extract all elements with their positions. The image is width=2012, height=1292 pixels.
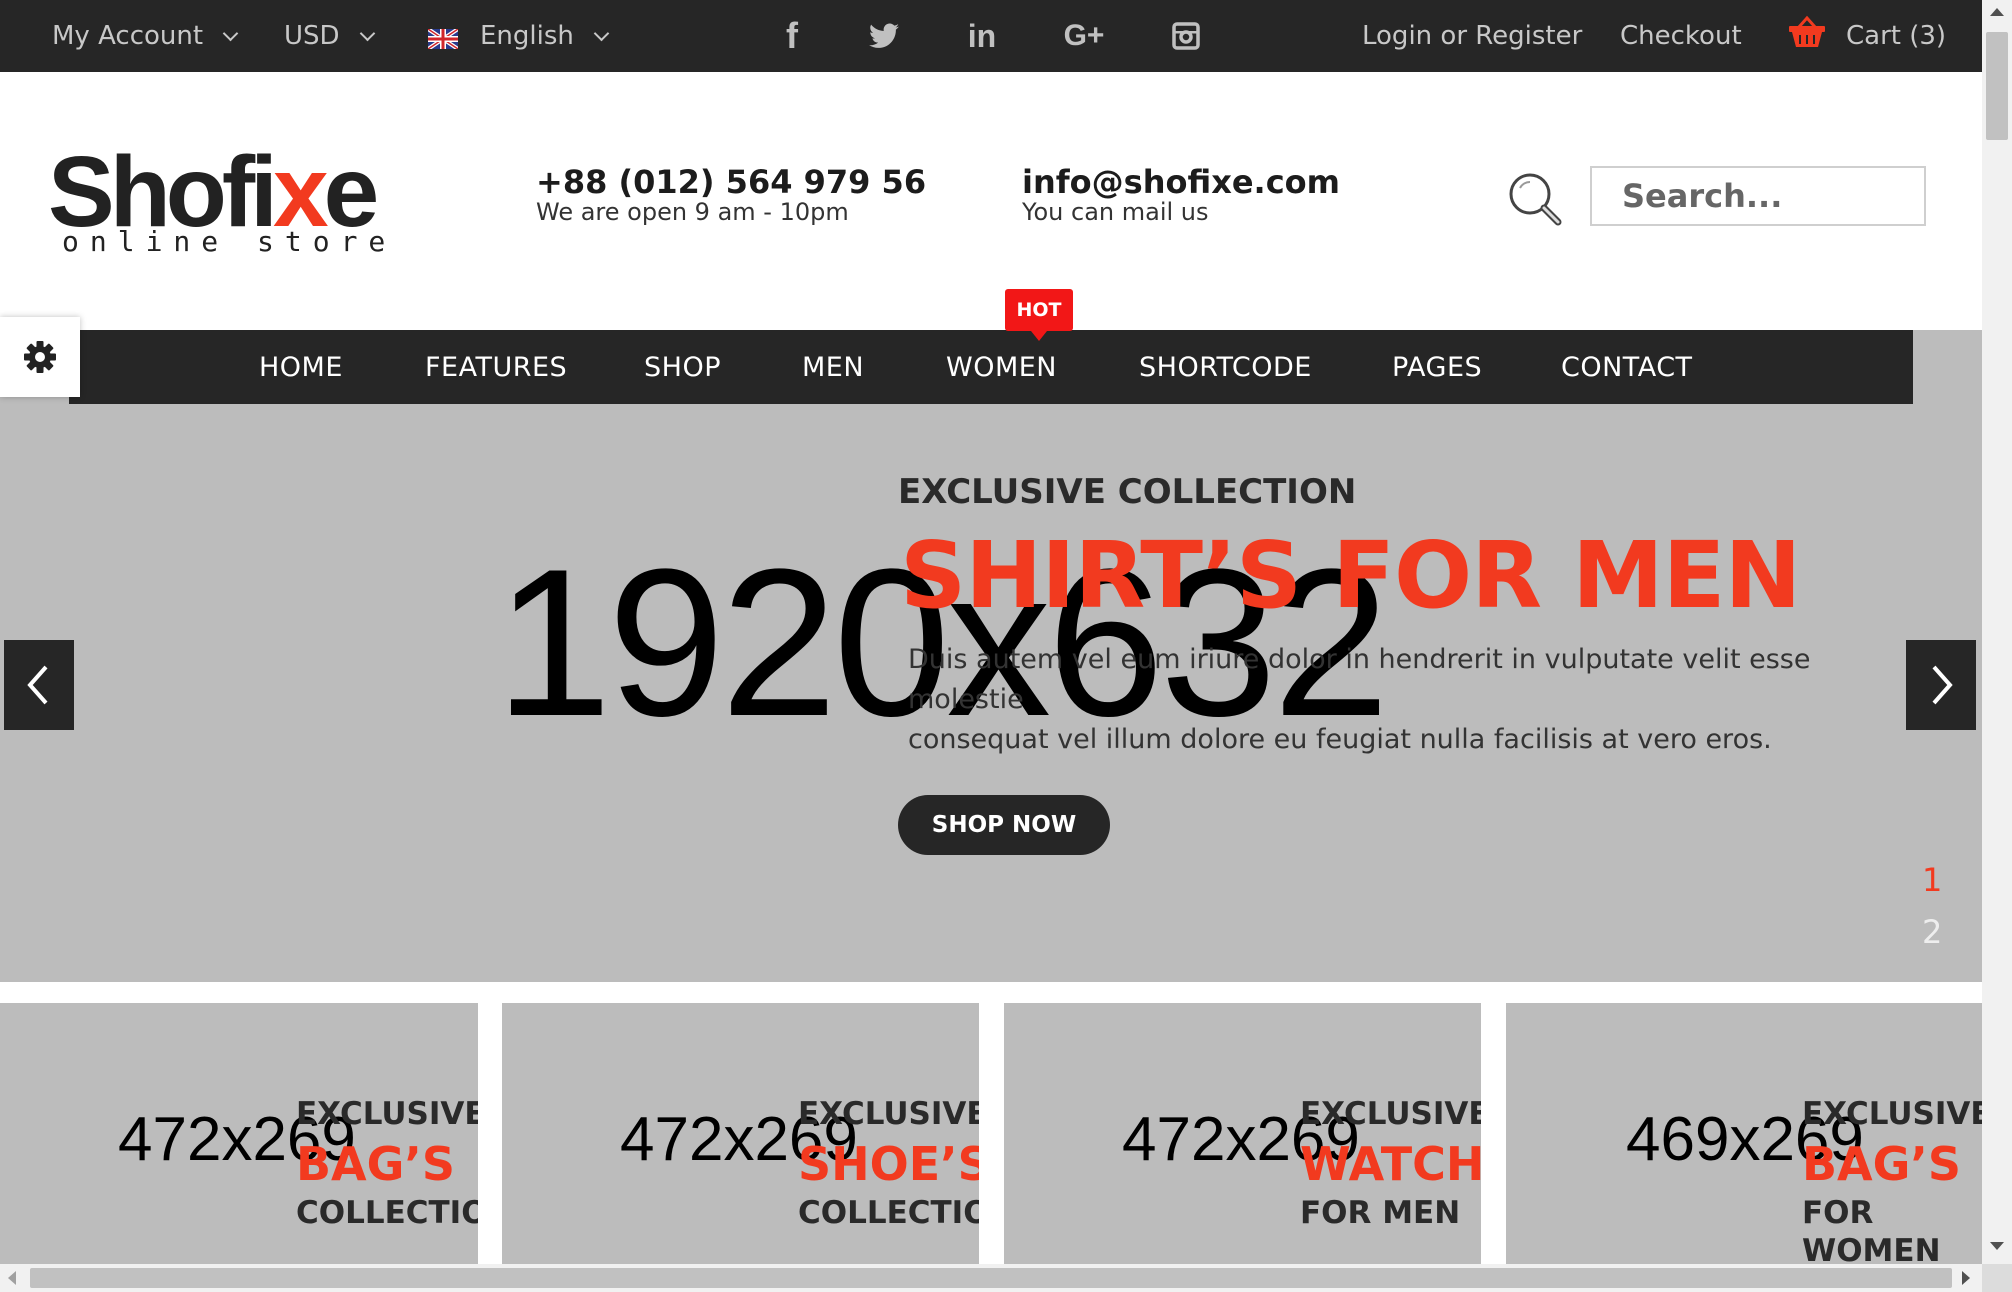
vertical-scrollbar[interactable] (1982, 0, 2012, 1292)
gear-icon (24, 341, 56, 373)
login-register-label: Login or Register (1362, 21, 1583, 51)
linkedin-icon[interactable]: in (952, 0, 1012, 72)
opening-hours: We are open 9 am - 10pm (536, 198, 849, 226)
banner-line-2: BAG’S (296, 1137, 456, 1191)
banner-line-3: COLLECTION (296, 1195, 478, 1231)
checkout-label: Checkout (1620, 21, 1742, 51)
currency-label: USD (284, 21, 340, 51)
banner-bags-collection[interactable]: 472x269 EXCLUSIVE BAG’S COLLECTION (0, 1003, 478, 1267)
horizontal-scrollbar-thumb[interactable] (30, 1268, 1952, 1288)
my-account-label: My Account (52, 21, 204, 51)
banner-bags-for-women[interactable]: 469x269 EXCLUSIVE BAG’S FOR WOMEN (1506, 1003, 1982, 1267)
email-note: You can mail us (1022, 198, 1209, 226)
chevron-down-icon (359, 25, 375, 41)
slider-page-1[interactable]: 1 (1922, 864, 1942, 896)
banner-line-2: BAG’S (1802, 1137, 1962, 1191)
cart-label: Cart (3) (1846, 21, 1947, 51)
search-icon[interactable] (1506, 170, 1566, 230)
slide-description-line-2: consequat vel illum dolore eu feugiat nu… (908, 724, 1772, 755)
nav-item-shop[interactable]: SHOP (644, 330, 721, 404)
my-account-dropdown[interactable]: My Account (52, 0, 239, 72)
banner-line-3: FOR MEN (1300, 1195, 1461, 1231)
banner-shoes-collection[interactable]: 472x269 EXCLUSIVE SHOE’S COLLECTION (502, 1003, 979, 1267)
nav-item-home[interactable]: HOME (259, 330, 343, 404)
nav-item-pages[interactable]: PAGES (1392, 330, 1482, 404)
nav-item-contact[interactable]: CONTACT (1561, 330, 1693, 404)
banner-line-2: WATCH (1300, 1137, 1481, 1191)
cart-link[interactable]: Cart (3) (1788, 0, 1946, 72)
settings-button[interactable] (0, 317, 80, 397)
scrollbar-corner (1982, 1264, 2012, 1292)
nav-item-men[interactable]: MEN (802, 330, 864, 404)
language-dropdown[interactable]: English (426, 0, 610, 72)
slide-title: SHIRT’S FOR MEN (900, 522, 1802, 629)
language-label: English (480, 21, 574, 51)
banner-line-3: FOR (1802, 1195, 1874, 1231)
checkout-link[interactable]: Checkout (1620, 0, 1742, 72)
slider-next-button[interactable] (1906, 640, 1976, 730)
banner-line-1: EXCLUSIVE (1300, 1096, 1481, 1132)
nav-item-features[interactable]: FEATURES (425, 330, 567, 404)
scroll-right-arrow-icon[interactable] (1962, 1271, 1970, 1285)
banner-line-4: WOMEN (1802, 1233, 1941, 1267)
chevron-down-icon (593, 25, 610, 41)
main-nav: HOME FEATURES SHOP MEN WOMEN SHORTCODE P… (69, 330, 1913, 404)
banner-line-1: EXCLUSIVE (798, 1096, 979, 1132)
scroll-down-arrow-icon[interactable] (1990, 1242, 2004, 1250)
instagram-icon[interactable] (1156, 0, 1216, 72)
slider-prev-button[interactable] (4, 640, 74, 730)
facebook-icon[interactable]: f (762, 0, 822, 72)
banner-line-2: SHOE’S (798, 1137, 979, 1191)
nav-item-shortcode[interactable]: SHORTCODE (1139, 330, 1312, 404)
chevron-left-icon (27, 665, 48, 705)
twitter-icon[interactable] (854, 0, 914, 72)
currency-dropdown[interactable]: USD (284, 0, 375, 72)
slide-kicker: EXCLUSIVE COLLECTION (898, 472, 1357, 512)
login-register-link[interactable]: Login or Register (1362, 0, 1582, 72)
hot-badge: HOT (1005, 289, 1073, 341)
phone-number: +88 (012) 564 979 56 (536, 163, 927, 201)
scroll-up-arrow-icon[interactable] (1990, 8, 2004, 16)
top-bar: My Account USD English f in G+ Login or … (0, 0, 1982, 72)
logo-tagline: online store (62, 225, 397, 258)
banner-line-1: EXCLUSIVE (1802, 1096, 1982, 1132)
banner-watch-for-men[interactable]: 472x269 EXCLUSIVE WATCH FOR MEN (1004, 1003, 1481, 1267)
nav-item-women[interactable]: WOMEN (946, 330, 1057, 404)
uk-flag-icon (426, 26, 460, 51)
email-address: info@shofixe.com (1022, 163, 1340, 201)
hero-slider: 1920x632 EXCLUSIVE COLLECTION SHIRT’S FO… (0, 330, 1982, 982)
banner-line-3: COLLECTION (798, 1195, 979, 1231)
shop-now-button[interactable]: SHOP NOW (898, 795, 1110, 855)
google-plus-icon[interactable]: G+ (1054, 0, 1114, 72)
slide-description-line-1: Duis autem vel eum iriure dolor in hendr… (908, 644, 1811, 715)
slider-page-2[interactable]: 2 (1922, 916, 1942, 948)
slide-description: Duis autem vel eum iriure dolor in hendr… (908, 640, 1848, 760)
scroll-left-arrow-icon[interactable] (8, 1271, 16, 1285)
search-input[interactable]: Search... (1590, 166, 1926, 226)
chevron-right-icon (1932, 665, 1953, 705)
vertical-scrollbar-thumb[interactable] (1986, 32, 2008, 140)
basket-icon (1788, 15, 1826, 49)
chevron-down-icon (222, 25, 239, 41)
banner-line-1: EXCLUSIVE (296, 1096, 478, 1132)
